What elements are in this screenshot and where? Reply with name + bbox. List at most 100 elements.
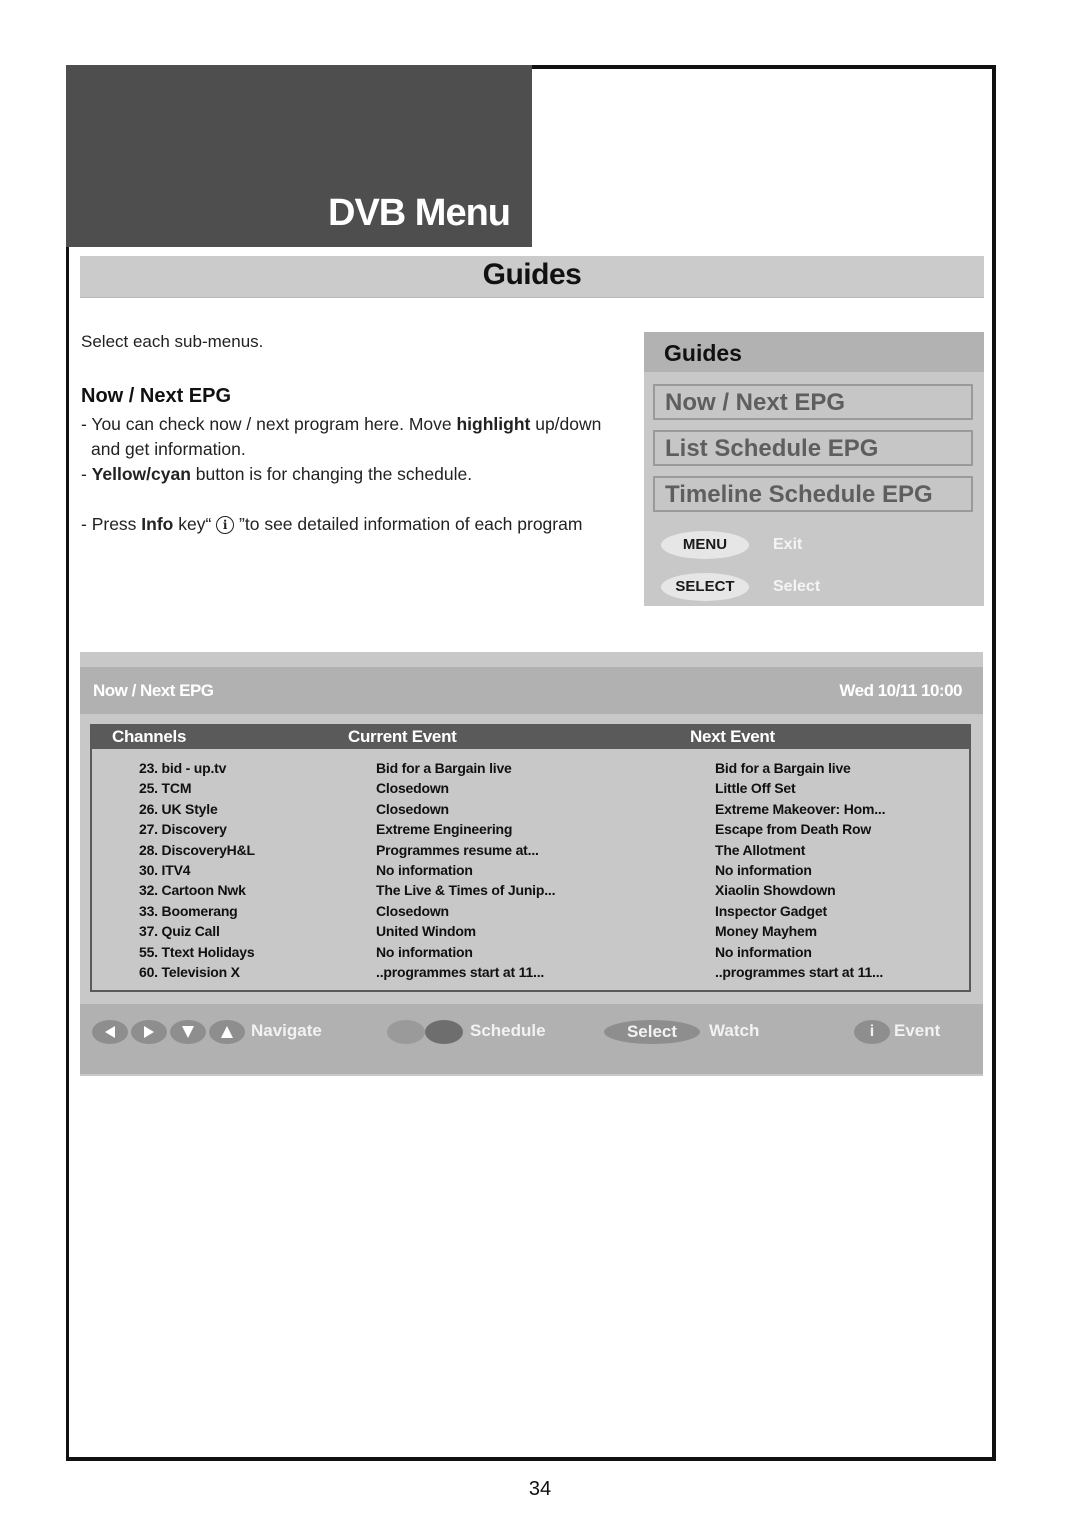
epg-screen: Now / Next EPG Wed 10/11 10:00 Channels … (80, 652, 983, 1076)
channel-cell: 37. Quiz Call (139, 923, 220, 940)
watch-label: Watch (709, 1021, 760, 1040)
next-event-cell: Xiaolin Showdown (715, 882, 836, 899)
next-event-cell: No information (715, 943, 812, 960)
epg-datetime: Wed 10/11 10:00 (839, 681, 962, 700)
next-event-cell: Bid for a Bargain live (715, 760, 851, 776)
section-bar: Guides (80, 256, 984, 298)
up-arrow-button[interactable] (209, 1020, 245, 1044)
next-event-cell: Escape from Death Row (715, 821, 872, 838)
next-event-cell: Money Mayhem (715, 923, 817, 940)
channel-cell: 30. ITV4 (139, 861, 191, 878)
right-arrow-icon (144, 1026, 154, 1038)
bullet-3: - Press Info key“ i ”to see detailed inf… (81, 512, 641, 537)
bullet-text: ”to see detailed information of each pro… (234, 514, 583, 534)
chapter-title: DVB Menu (328, 192, 511, 234)
cyan-key-button[interactable] (425, 1020, 463, 1044)
navigate-label: Navigate (251, 1021, 322, 1040)
current-event-cell: No information (376, 943, 473, 960)
bullet-text: and get information. (91, 439, 246, 459)
column-header-channels: Channels (112, 727, 187, 746)
current-event-cell: No information (376, 861, 473, 878)
next-event-cell: Little Off Set (715, 780, 796, 797)
column-header-current-event: Current Event (348, 727, 457, 746)
intro-text: Select each sub-menus. (81, 332, 264, 351)
event-label: Event (894, 1021, 941, 1040)
info-key-button[interactable]: i (854, 1020, 890, 1044)
current-event-cell: Bid for a Bargain live (376, 760, 512, 776)
bullet-2: - Yellow/cyan button is for changing the… (81, 462, 641, 487)
bullet-text: - You can check now / next program here.… (81, 414, 457, 434)
page-number: 34 (528, 1478, 552, 1500)
description: - You can check now / next program here.… (81, 412, 641, 537)
bullet-text: key“ (173, 514, 217, 534)
hint-select: SELECT Select (661, 573, 820, 601)
epg-row[interactable]: 23. bid - up.tv Bid for a Bargain live Bid… (92, 759, 969, 779)
current-event-cell: Programmes resume at... (376, 841, 539, 858)
channel-cell: 28. DiscoveryH&L (139, 841, 255, 858)
menu-option-timeline-schedule-epg[interactable]: Timeline Schedule EPG (653, 476, 973, 512)
epg-row[interactable]: 28. DiscoveryH&L Programmes resume at... T… (92, 841, 969, 861)
next-event-cell: No information (715, 861, 812, 878)
down-arrow-icon (182, 1026, 194, 1038)
hint-label-select: Select (773, 578, 821, 595)
bullet-text: button is for changing the schedule. (190, 464, 473, 484)
current-event-cell: Closedown (376, 800, 449, 817)
right-arrow-button[interactable] (131, 1020, 167, 1044)
current-event-cell: The Live & Times of Junip... (376, 882, 556, 899)
subsection-heading: Now / Next EPG (81, 385, 232, 407)
bullet-1: - You can check now / next program here.… (81, 412, 641, 437)
channel-cell: 23. bid - up.tv (139, 760, 227, 776)
epg-row[interactable]: 60. Television X ..programmes start at 11… (92, 963, 969, 983)
epg-title: Now / Next EPG (93, 681, 214, 700)
section-title: Guides (482, 258, 582, 291)
hint-menu-exit: MENU Exit (661, 531, 802, 559)
menu-option-now-next-epg[interactable]: Now / Next EPG (653, 384, 973, 420)
channel-cell: 27. Discovery (139, 821, 227, 838)
select-key-button[interactable]: SELECT (661, 573, 749, 601)
yellow-key-button[interactable] (387, 1020, 425, 1044)
left-arrow-button[interactable] (92, 1020, 128, 1044)
bullet-bold: Info (141, 514, 174, 534)
info-icon: i (216, 516, 235, 534)
epg-table-header: Channels Current Event Next Event (92, 726, 969, 749)
next-event-cell: Extreme Makeover: Hom... (715, 800, 886, 817)
epg-row[interactable]: 30. ITV4 No information No information (92, 861, 969, 881)
menu-option-list-schedule-epg[interactable]: List Schedule EPG (653, 430, 973, 466)
guides-menu-title: Guides (644, 332, 984, 372)
bullet-text: - Press (81, 514, 142, 534)
bullet-text: - (81, 464, 92, 484)
current-event-cell: ..programmes start at 11... (376, 963, 545, 980)
current-event-cell: Closedown (376, 902, 449, 919)
column-header-next-event: Next Event (690, 727, 775, 746)
left-arrow-icon (105, 1026, 115, 1038)
channel-cell: 26. UK Style (139, 800, 218, 817)
next-event-cell: The Allotment (715, 841, 806, 858)
channel-cell: 33. Boomerang (139, 902, 238, 919)
channel-cell: 32. Cartoon Nwk (139, 882, 246, 899)
schedule-label: Schedule (470, 1021, 546, 1040)
next-event-cell: Inspector Gadget (715, 902, 827, 919)
epg-row[interactable]: 37. Quiz Call United Windom Money Mayhem (92, 922, 969, 942)
current-event-cell: Extreme Engineering (376, 821, 513, 838)
channel-cell: 60. Television X (139, 963, 240, 980)
hint-label-exit: Exit (773, 536, 803, 553)
epg-title-bar: Now / Next EPG Wed 10/11 10:00 (80, 667, 983, 714)
epg-row[interactable]: 27. Discovery Extreme Engineering Escape f… (92, 820, 969, 840)
select-watch-button[interactable]: Select (604, 1020, 700, 1044)
menu-key-button[interactable]: MENU (661, 531, 749, 559)
next-event-cell: ..programmes start at 11... (715, 963, 884, 980)
bullet-bold: Yellow/cyan (91, 464, 191, 484)
epg-footer: Navigate Schedule Select Watch i Event (80, 1004, 983, 1074)
bullet-bold: highlight (456, 414, 531, 434)
epg-row[interactable]: 33. Boomerang Closedown Inspector Gadget (92, 902, 969, 922)
epg-row[interactable]: 26. UK Style Closedown Extreme Makeover: H… (92, 800, 969, 820)
bullet-1-cont: and get information. (81, 437, 641, 462)
epg-row[interactable]: 32. Cartoon Nwk The Live & Times of Junip… (92, 881, 969, 901)
epg-rows: 23. bid - up.tv Bid for a Bargain live Bid… (92, 759, 969, 983)
current-event-cell: United Windom (376, 923, 476, 940)
epg-row[interactable]: 25. TCM Closedown Little Off Set (92, 779, 969, 799)
guides-menu-panel: Guides Now / Next EPG List Schedule EPG … (644, 332, 984, 606)
up-arrow-icon (221, 1026, 233, 1038)
down-arrow-button[interactable] (170, 1020, 206, 1044)
epg-row[interactable]: 55. Ttext Holidays No information No infor… (92, 943, 969, 963)
